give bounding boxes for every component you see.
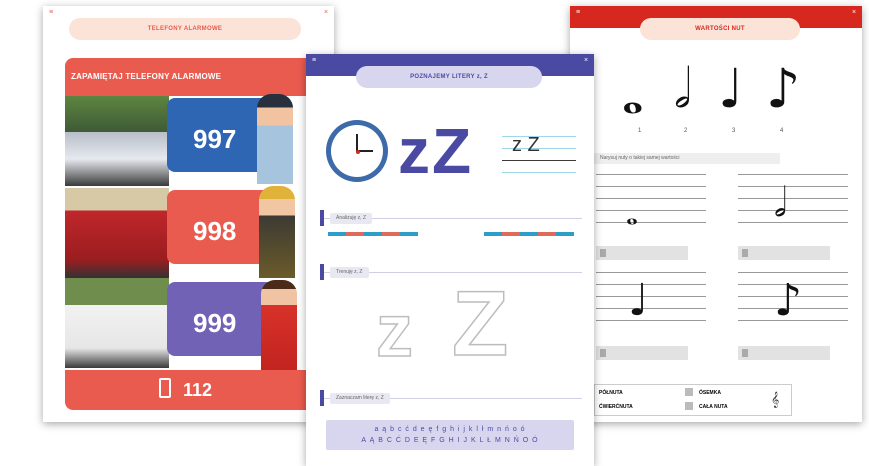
section-label: Zaznaczam literę z, Z [330,393,390,404]
half-note-icon: 𝅗𝅥 [674,57,692,120]
big-letters: zZ [398,115,474,187]
half-note-icon: 𝅗𝅥 [774,180,787,226]
treble-clef-icon: 𝄞 [771,391,780,407]
instruction: Narysuj nuty o takiej samej wartości [594,153,780,164]
menu-icon[interactable]: ≡ [310,57,318,65]
whole-note-icon: 𝅝 [622,63,644,126]
emergency-numbers-sheet[interactable]: ≡ × TELEFONY ALARMOWE ZAPAMIĘTAJ TELEFON… [43,6,334,422]
letter-z-sheet[interactable]: ≡ × POZNAJEMY LITERY z, Z zZ z Z Analizu… [306,54,594,466]
grid-label: ÓSEMKA [699,390,721,396]
grid-label: PÓŁNUTA [599,390,623,396]
menu-icon[interactable]: ≡ [574,9,582,17]
alphabet-lowercase: a ą b c ć d e ę f g h i j k l ł m n ń o … [374,426,526,433]
fire-truck-image [65,188,169,278]
sheet-title: POZNAJEMY LITERY z, Z [356,66,542,88]
police-number: 997 [193,124,237,154]
ambulance-image [65,278,169,368]
checkbox[interactable] [685,388,693,396]
whole-note-icon: 𝅝 [626,197,638,232]
answer-box[interactable] [596,346,688,360]
menu-icon[interactable]: ≡ [47,9,55,17]
phone-icon [159,378,171,398]
trace-lowercase-z[interactable]: z [375,288,414,373]
answer-box[interactable] [596,246,688,260]
note-number: 1 [638,128,642,134]
eighth-note-icon: ♪ [766,57,801,120]
close-icon[interactable]: × [322,9,330,17]
quarter-note-icon: ♩ [718,57,744,120]
answer-grid: PÓŁNUTA ĆWIERĆNUTA ÓSEMKA CAŁA NUTA 𝄞 [594,384,792,416]
syllable-bar [328,232,418,236]
mark-section: Zaznaczam literę z, Z [320,390,582,406]
paramedic-image [261,280,297,370]
analyze-section: Analizuję z, Z [320,210,582,226]
alphabet-uppercase: A Ą B C Ć D E Ę F G H I J K L Ł M N Ń O … [361,437,539,444]
police-car-image [65,96,169,186]
sheet-title: TELEFONY ALARMOWE [69,18,301,40]
staff [738,174,848,224]
fire-number: 998 [193,216,237,246]
grid-label: ĆWIERĆNUTA [599,404,633,410]
section-label: Trenuję z, Z [330,267,369,278]
sheet-title: WARTOŚCI NUT [640,18,800,40]
quarter-note-icon: ♩ [628,275,649,326]
note-number: 4 [780,128,784,134]
firefighter-image [259,186,295,278]
practice-section: Trenuję z, Z [320,264,582,280]
note-number: 2 [684,128,688,134]
close-icon[interactable]: × [582,57,590,65]
banner-title: ZAPAMIĘTAJ TELEFONY ALARMOWE [71,72,222,81]
answer-box[interactable] [738,346,830,360]
note-number: 3 [732,128,736,134]
answer-box[interactable] [738,246,830,260]
section-label: Analizuję z, Z [330,213,373,224]
checkbox[interactable] [685,402,693,410]
ambulance-number: 999 [193,308,237,338]
staff [596,174,706,224]
syllable-bar [484,232,574,236]
eighth-note-icon: ♪ [774,275,803,326]
alphabet-box[interactable]: a ą b c ć d e ę f g h i j k l ł m n ń o … [326,420,574,450]
note-values-sheet[interactable]: ≡ × WARTOŚCI NUT 𝅝 𝅗𝅥 ♩ ♪ 1 2 3 4 Narysu… [570,6,862,422]
general-emergency-number: 112 [183,380,213,400]
police-officer-image [257,94,293,184]
trace-uppercase-z[interactable]: Z [451,272,509,377]
staff [596,272,706,322]
handwritten-letters: z Z [512,134,540,156]
grid-label: CAŁA NUTA [699,404,728,410]
close-icon[interactable]: × [850,9,858,17]
